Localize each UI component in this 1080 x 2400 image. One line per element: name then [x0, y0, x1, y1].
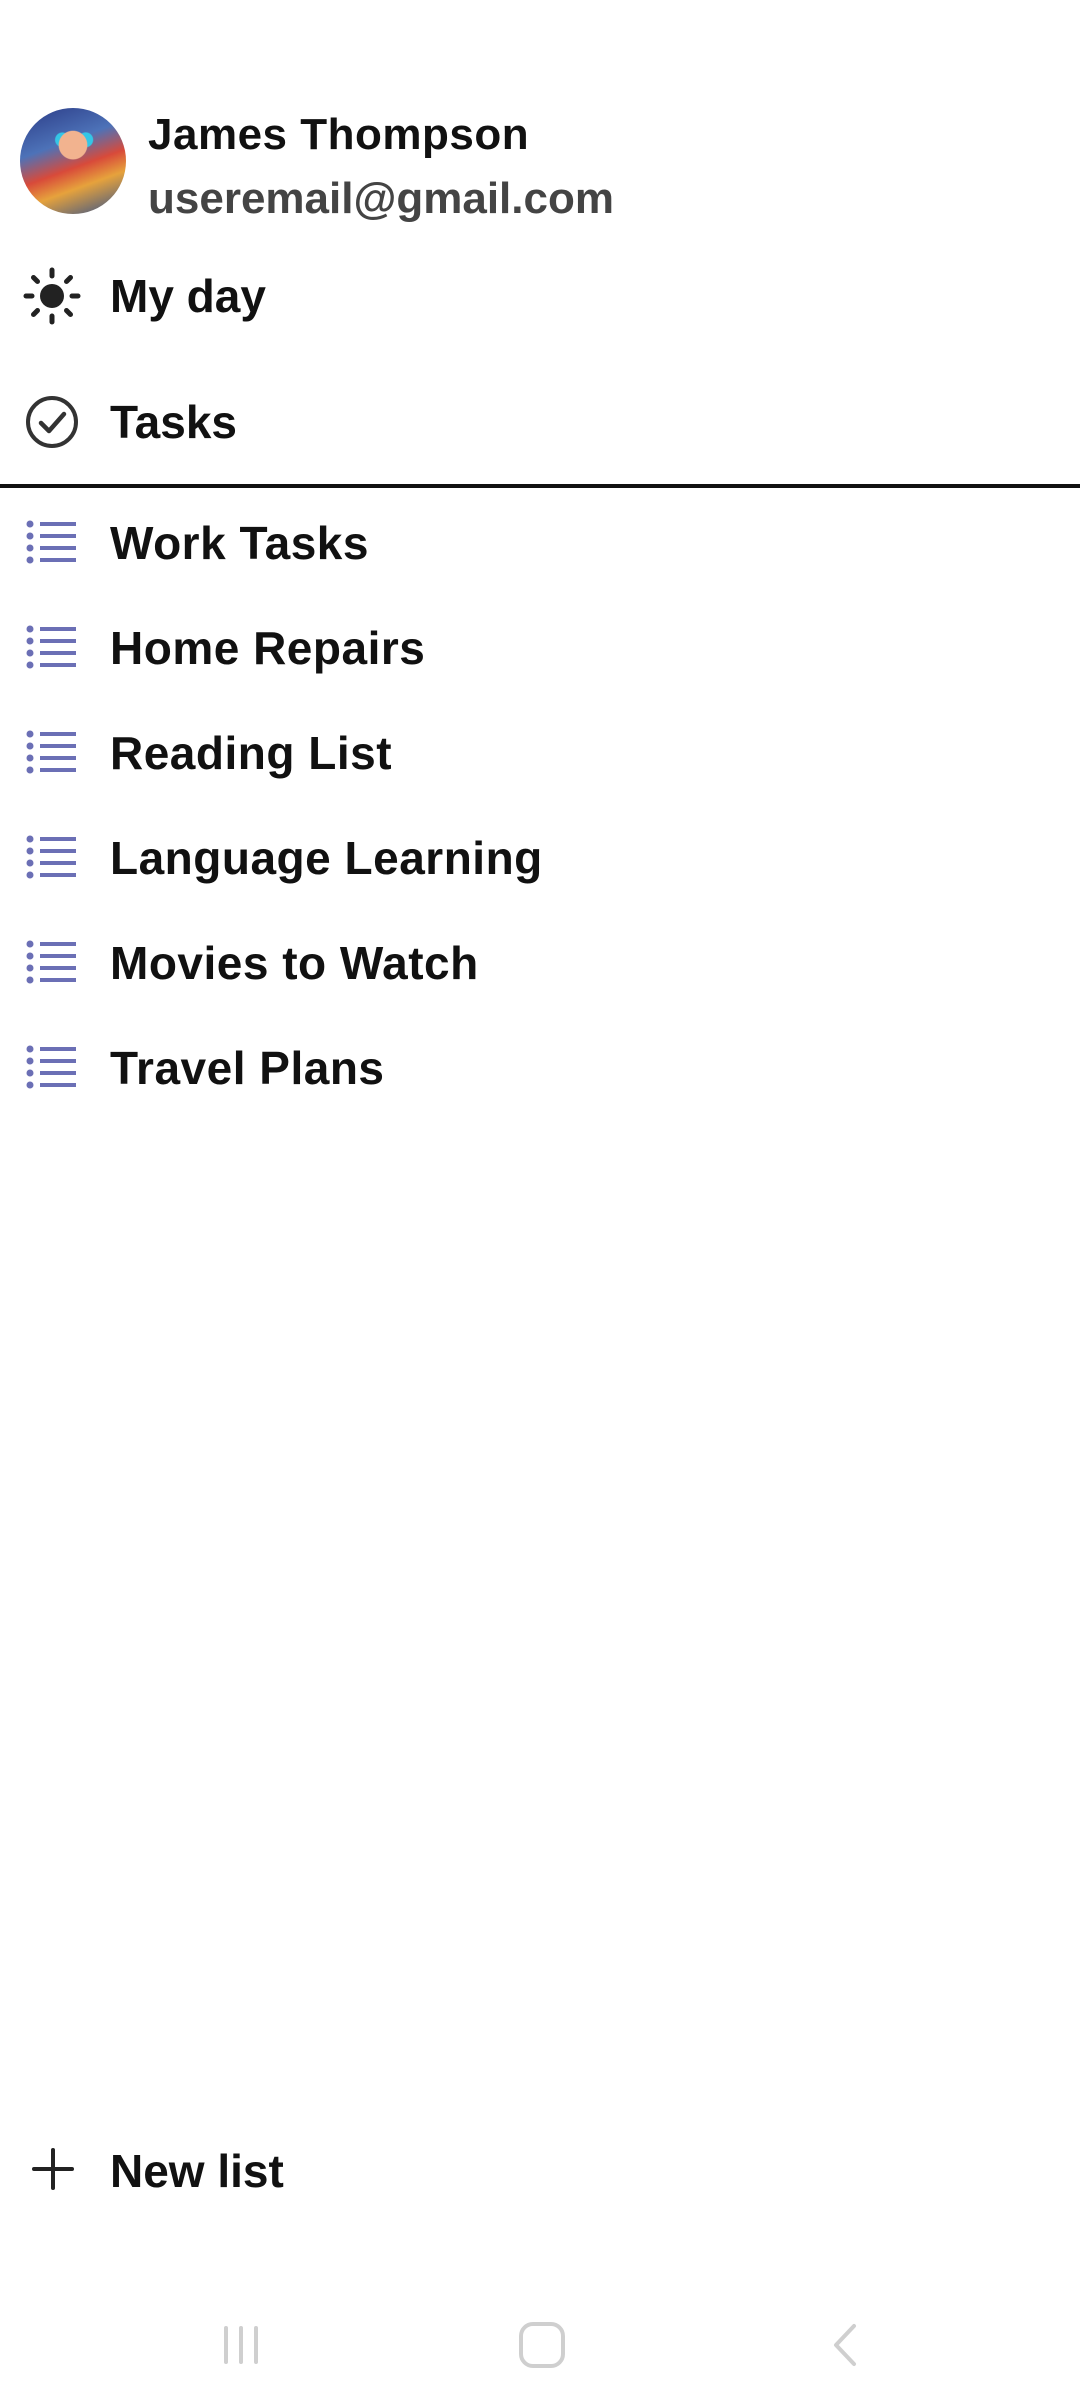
home-icon	[519, 2322, 565, 2368]
nav-item-tasks[interactable]: Tasks	[0, 372, 1080, 472]
list-item-language-learning[interactable]: Language Learning	[0, 809, 1080, 905]
list-icon	[26, 1045, 76, 1089]
user-email: useremail@gmail.com	[148, 174, 614, 223]
list-icon	[26, 940, 76, 984]
list-item-label: Travel Plans	[110, 1042, 385, 1094]
system-nav-bar	[0, 2290, 1080, 2400]
list-item-travel-plans[interactable]: Travel Plans	[0, 1019, 1080, 1115]
divider	[0, 484, 1080, 488]
nav-item-label: Tasks	[110, 396, 238, 448]
recent-apps-icon	[224, 2326, 258, 2364]
list-icon	[26, 520, 76, 564]
list-item-label: Home Repairs	[110, 622, 426, 674]
check-circle-icon	[22, 392, 82, 452]
nav-item-label: My day	[110, 270, 266, 322]
list-item-label: Movies to Watch	[110, 937, 479, 989]
nav-item-my-day[interactable]: My day	[0, 246, 1080, 346]
new-list-label: New list	[110, 2145, 284, 2197]
list-icon	[26, 730, 76, 774]
list-icon	[26, 835, 76, 879]
list-item-label: Language Learning	[110, 832, 543, 884]
user-name: James Thompson	[148, 110, 530, 159]
list-item-label: Work Tasks	[110, 517, 369, 569]
plus-icon	[32, 2148, 74, 2190]
sun-icon	[22, 266, 82, 326]
new-list-button[interactable]: New list	[0, 2120, 1080, 2220]
list-item-home-repairs[interactable]: Home Repairs	[0, 599, 1080, 695]
list-item-label: Reading List	[110, 727, 393, 779]
list-item-reading-list[interactable]: Reading List	[0, 704, 1080, 800]
back-button[interactable]	[812, 2310, 882, 2380]
list-item-movies-to-watch[interactable]: Movies to Watch	[0, 914, 1080, 1010]
list-item-work-tasks[interactable]: Work Tasks	[0, 494, 1080, 590]
avatar[interactable]	[20, 108, 126, 214]
recent-apps-button[interactable]	[206, 2310, 276, 2380]
list-icon	[26, 625, 76, 669]
home-button[interactable]	[507, 2310, 577, 2380]
back-icon	[834, 2324, 856, 2366]
